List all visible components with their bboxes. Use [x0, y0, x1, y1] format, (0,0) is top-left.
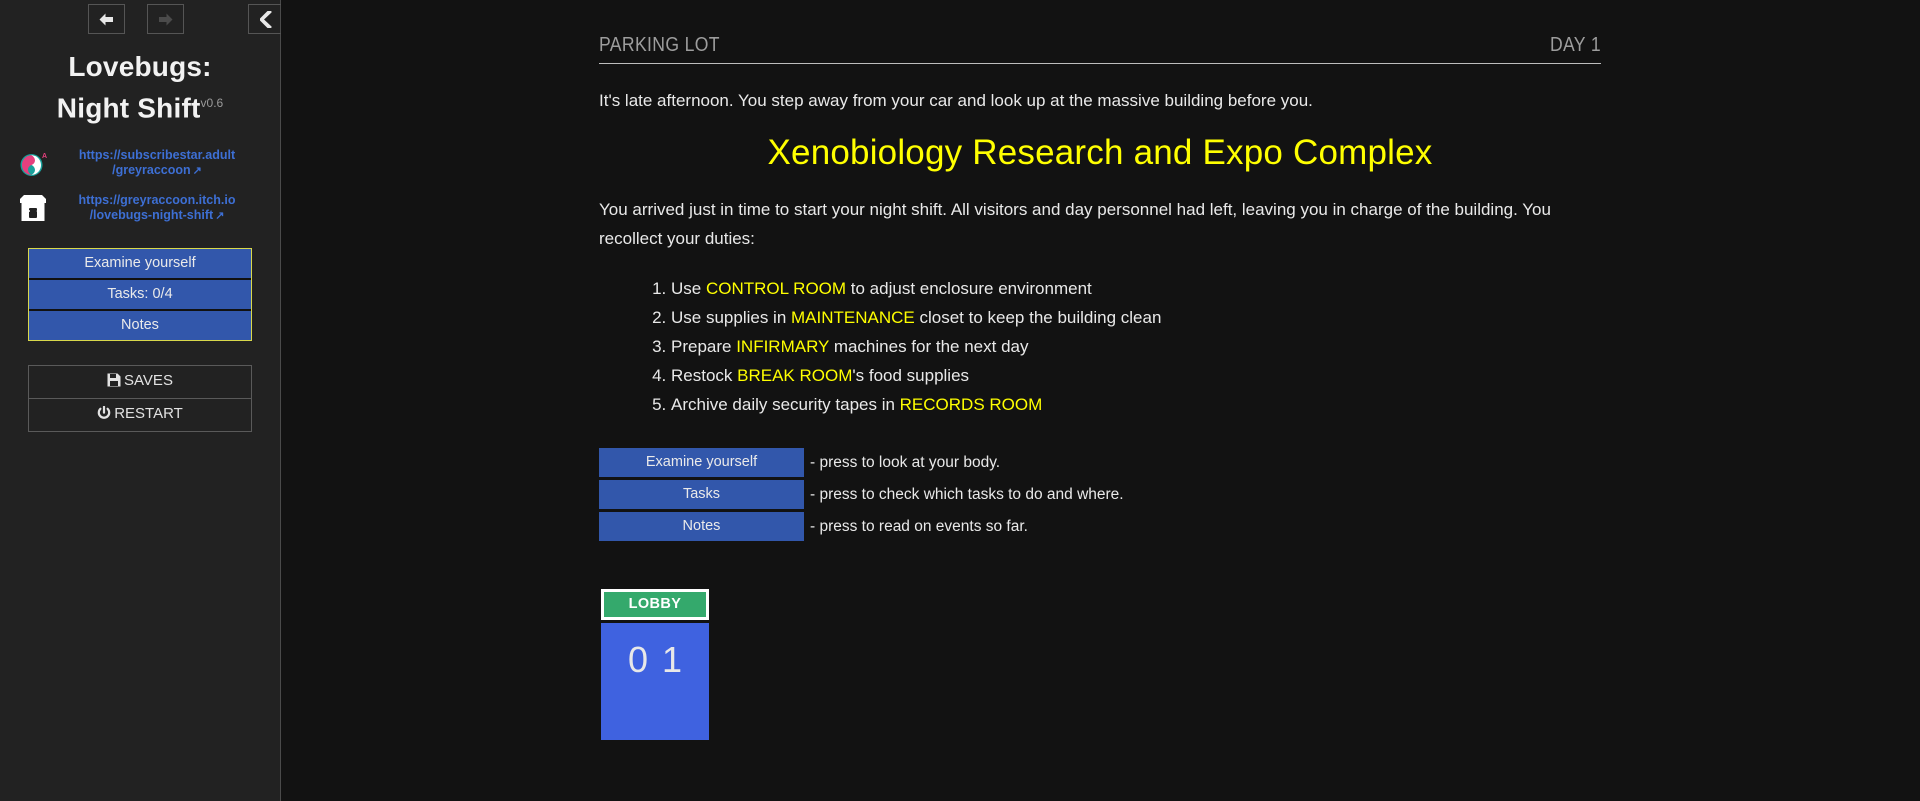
link-itchio[interactable]: https://greyraccoon.itch.io /lovebugs-ni…	[0, 193, 280, 224]
game-title-line2: Night Shiftv0.6	[56, 92, 224, 124]
external-link-icon: ↗	[215, 210, 225, 223]
legend-examine-yourself-button[interactable]: Examine yourself	[599, 448, 804, 477]
floppy-disk-icon	[107, 373, 121, 391]
game-title: Lovebugs: Night Shiftv0.6	[0, 49, 280, 126]
legend-tasks-desc: - press to check which tasks to do and w…	[810, 485, 1124, 503]
legend-row: Examine yourself - press to look at your…	[599, 448, 1601, 477]
sidebar-navbar	[0, 0, 285, 37]
saves-button-label: SAVES	[124, 372, 173, 390]
game-title-line1: Lovebugs:	[68, 51, 212, 82]
link-subscribestar-label: https://subscribestar.adult /greyraccoon…	[78, 148, 236, 178]
restart-button-label: RESTART	[114, 405, 183, 423]
svg-text:A: A	[42, 153, 47, 160]
list-item: Restock BREAK ROOM's food supplies	[671, 364, 1601, 387]
link-itchio-label: https://greyraccoon.itch.io /lovebugs-ni…	[78, 193, 236, 223]
location-label: PARKING LOT	[599, 34, 720, 56]
system-buttons: SAVES RESTART	[28, 365, 252, 433]
story-column: PARKING LOT DAY 1 It's late afternoon. Y…	[599, 0, 1601, 740]
list-item: Use supplies in MAINTENANCE closet to ke…	[671, 306, 1601, 329]
back-button[interactable]	[88, 4, 125, 34]
external-link-icon: ↗	[192, 165, 202, 178]
room-label: LOBBY	[604, 592, 706, 617]
app-root: Lovebugs: Night Shiftv0.6 A https://subs…	[0, 0, 1920, 801]
examine-yourself-button[interactable]: Examine yourself	[29, 249, 251, 281]
legend-row: Notes - press to read on events so far.	[599, 512, 1601, 541]
forward-button[interactable]	[147, 4, 184, 34]
keyword-records-room: RECORDS ROOM	[899, 395, 1043, 414]
legend-tasks-button[interactable]: Tasks	[599, 480, 804, 509]
tasks-button[interactable]: Tasks: 0/4	[29, 280, 251, 312]
chevron-left-icon	[260, 10, 273, 28]
saves-button[interactable]: SAVES	[29, 366, 251, 400]
list-item: Use CONTROL ROOM to adjust enclosure env…	[671, 277, 1601, 300]
list-item: Prepare INFIRMARY machines for the next …	[671, 335, 1601, 358]
day-counter: DAY 1	[1549, 34, 1601, 56]
power-icon	[97, 406, 111, 424]
game-action-buttons: Examine yourself Tasks: 0/4 Notes	[28, 248, 252, 342]
intro-paragraph: It's late afternoon. You step away from …	[599, 91, 1313, 110]
subscribestar-icon: A	[14, 149, 52, 179]
restart-button[interactable]: RESTART	[29, 399, 251, 431]
room-exit-1[interactable]: 1	[662, 639, 682, 681]
sidebar: Lovebugs: Night Shiftv0.6 A https://subs…	[0, 0, 285, 801]
keyword-break-room: BREAK ROOM	[737, 366, 853, 385]
itchio-icon	[14, 194, 52, 224]
version-label: v0.6	[200, 96, 224, 110]
scene-header: PARKING LOT DAY 1	[599, 34, 1601, 64]
arrow-right-icon	[157, 12, 174, 27]
legend-row: Tasks - press to check which tasks to do…	[599, 480, 1601, 509]
room-map: LOBBY 0 1	[601, 589, 1601, 740]
building-title: Xenobiology Research and Expo Complex	[767, 133, 1433, 172]
legend-section: Examine yourself - press to look at your…	[599, 448, 1601, 541]
legend-examine-yourself-desc: - press to look at your body.	[810, 453, 1001, 471]
notes-button[interactable]: Notes	[29, 311, 251, 341]
link-subscribestar[interactable]: A https://subscribestar.adult /greyracco…	[0, 148, 280, 179]
briefing-paragraph: You arrived just in time to start your n…	[599, 200, 1551, 248]
legend-notes-desc: - press to read on events so far.	[810, 517, 1028, 535]
duty-list: Use CONTROL ROOM to adjust enclosure env…	[599, 277, 1601, 416]
main-content: PARKING LOT DAY 1 It's late afternoon. Y…	[281, 0, 1920, 801]
keyword-maintenance: MAINTENANCE	[791, 308, 915, 327]
room-label-badge: LOBBY	[601, 589, 709, 620]
list-item: Archive daily security tapes in RECORDS …	[671, 393, 1601, 416]
legend-notes-button[interactable]: Notes	[599, 512, 804, 541]
arrow-left-icon	[98, 12, 115, 27]
room-exit-0[interactable]: 0	[628, 639, 648, 681]
keyword-infirmary: INFIRMARY	[736, 337, 830, 356]
room-exits-box[interactable]: 0 1	[601, 623, 709, 740]
keyword-control-room: CONTROL ROOM	[705, 279, 847, 298]
collapse-sidebar-button[interactable]	[248, 4, 285, 34]
